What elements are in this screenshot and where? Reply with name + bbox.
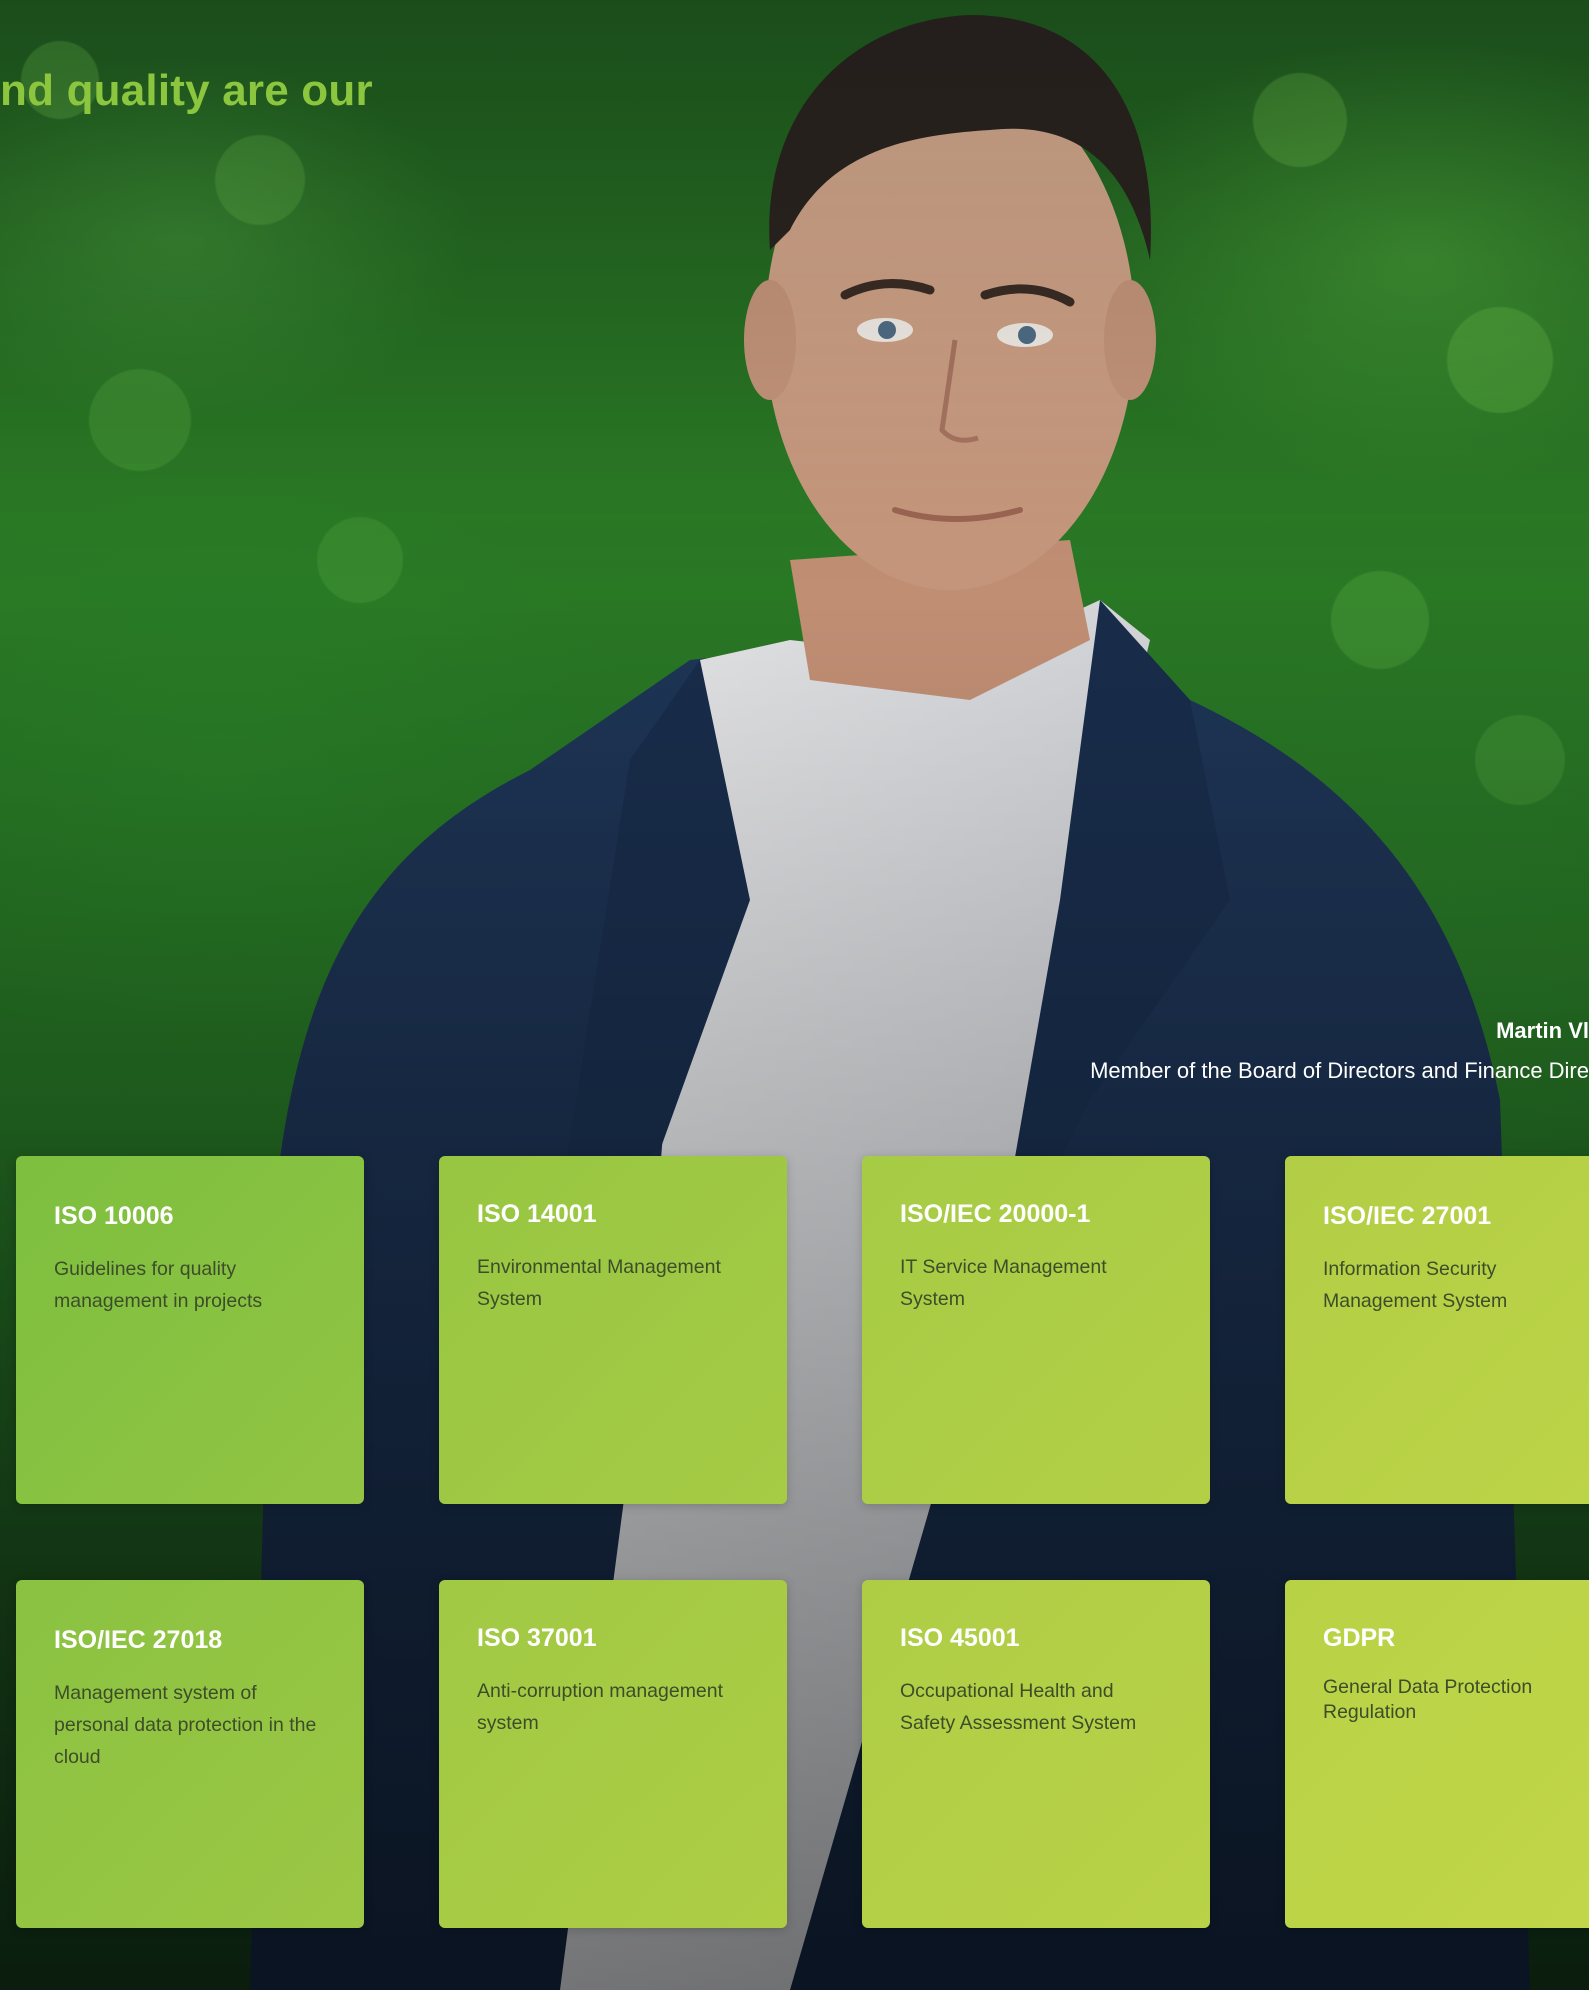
certification-card-iso-10006[interactable]: ISO 10006 Guidelines for quality managem…: [16, 1156, 364, 1504]
certification-title: ISO/IEC 27001: [1323, 1202, 1492, 1230]
certification-card-iso-iec-27001[interactable]: ISO/IEC 27001 Information Security Manag…: [1285, 1156, 1589, 1504]
certification-title: ISO 37001: [477, 1624, 597, 1652]
certification-description: IT Service Management System: [900, 1256, 1107, 1310]
certification-card-iso-iec-20000-1[interactable]: ISO/IEC 20000-1 IT Service Management Sy…: [862, 1156, 1210, 1504]
certification-card-iso-iec-27018[interactable]: ISO/IEC 27018 Management system of perso…: [16, 1580, 364, 1928]
quote-author: Martin Vl Member of the Board of Directo…: [1090, 1018, 1589, 1084]
certification-title: GDPR: [1323, 1624, 1396, 1652]
certification-description: Environmental Management System: [477, 1256, 721, 1310]
certification-description: Management system of personal data prote…: [54, 1682, 317, 1768]
certification-description: General Data Protection Regulation: [1323, 1676, 1533, 1723]
certification-title: ISO/IEC 20000-1: [900, 1200, 1091, 1228]
certification-description: Guidelines for quality management in pro…: [54, 1258, 263, 1312]
page-headline: nd quality are our: [0, 66, 373, 115]
author-name: Martin Vl: [1496, 1018, 1589, 1043]
certification-description: Information Security Management System: [1323, 1258, 1508, 1312]
page: nd quality are our Martin Vl Member of t…: [0, 0, 1589, 1990]
certification-title: ISO 14001: [477, 1200, 597, 1228]
certification-title: ISO 10006: [54, 1202, 174, 1230]
certification-title: ISO/IEC 27018: [54, 1626, 223, 1654]
certification-card-iso-37001[interactable]: ISO 37001 Anti-corruption management sys…: [439, 1580, 787, 1928]
certification-card-iso-14001[interactable]: ISO 14001 Environmental Management Syste…: [439, 1156, 787, 1504]
certification-grid: ISO 10006 Guidelines for quality managem…: [16, 1156, 1589, 1928]
certification-card-iso-45001[interactable]: ISO 45001 Occupational Health and Safety…: [862, 1580, 1210, 1928]
author-role: Member of the Board of Directors and Fin…: [1090, 1058, 1589, 1083]
certification-card-gdpr[interactable]: GDPR General Data Protection Regulation: [1285, 1580, 1589, 1928]
certification-description: Occupational Health and Safety Assessmen…: [900, 1680, 1137, 1734]
certification-title: ISO 45001: [900, 1624, 1020, 1652]
certification-description: Anti-corruption management system: [477, 1680, 724, 1734]
